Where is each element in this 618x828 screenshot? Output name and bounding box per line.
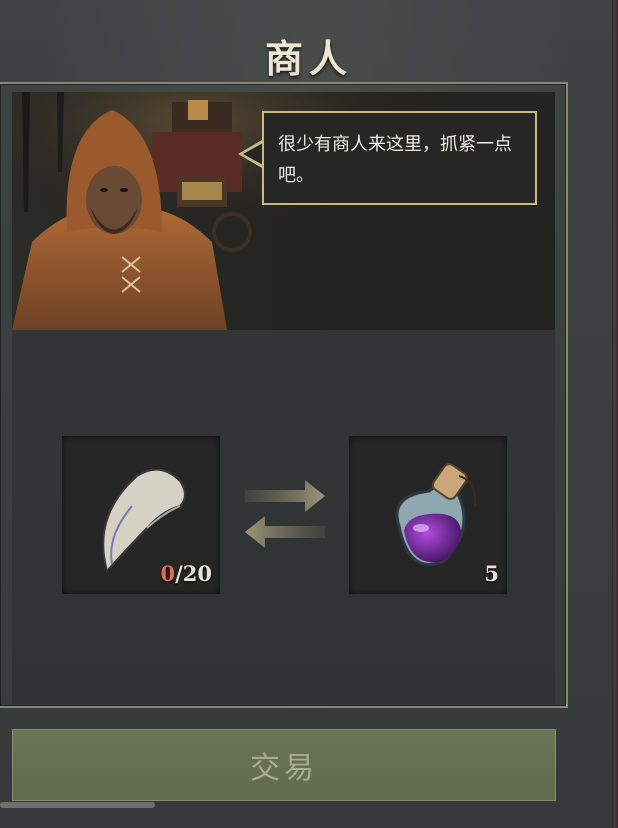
give-item-slot[interactable]: 0/20: [62, 436, 220, 594]
receive-item-quantity: 5: [484, 561, 499, 586]
speech-bubble-tail-inner: [243, 143, 263, 165]
give-item-need: /20: [175, 561, 212, 586]
speech-bubble: 很少有商人来这里，抓紧一点吧。: [262, 111, 537, 205]
window-edge: [612, 0, 618, 828]
give-item-have: 0: [160, 561, 176, 586]
horizontal-scrollbar[interactable]: [0, 802, 155, 808]
receive-item-slot[interactable]: 5: [349, 436, 507, 594]
trade-button-label: 交易: [250, 751, 318, 786]
trade-button[interactable]: 交易: [12, 729, 556, 801]
exchange-arrows-icon: [245, 480, 325, 548]
page-title: 商人: [264, 36, 353, 81]
merchant-dialogue: 很少有商人来这里，抓紧一点吧。: [278, 134, 512, 186]
give-item-count: 0/20: [160, 561, 212, 586]
